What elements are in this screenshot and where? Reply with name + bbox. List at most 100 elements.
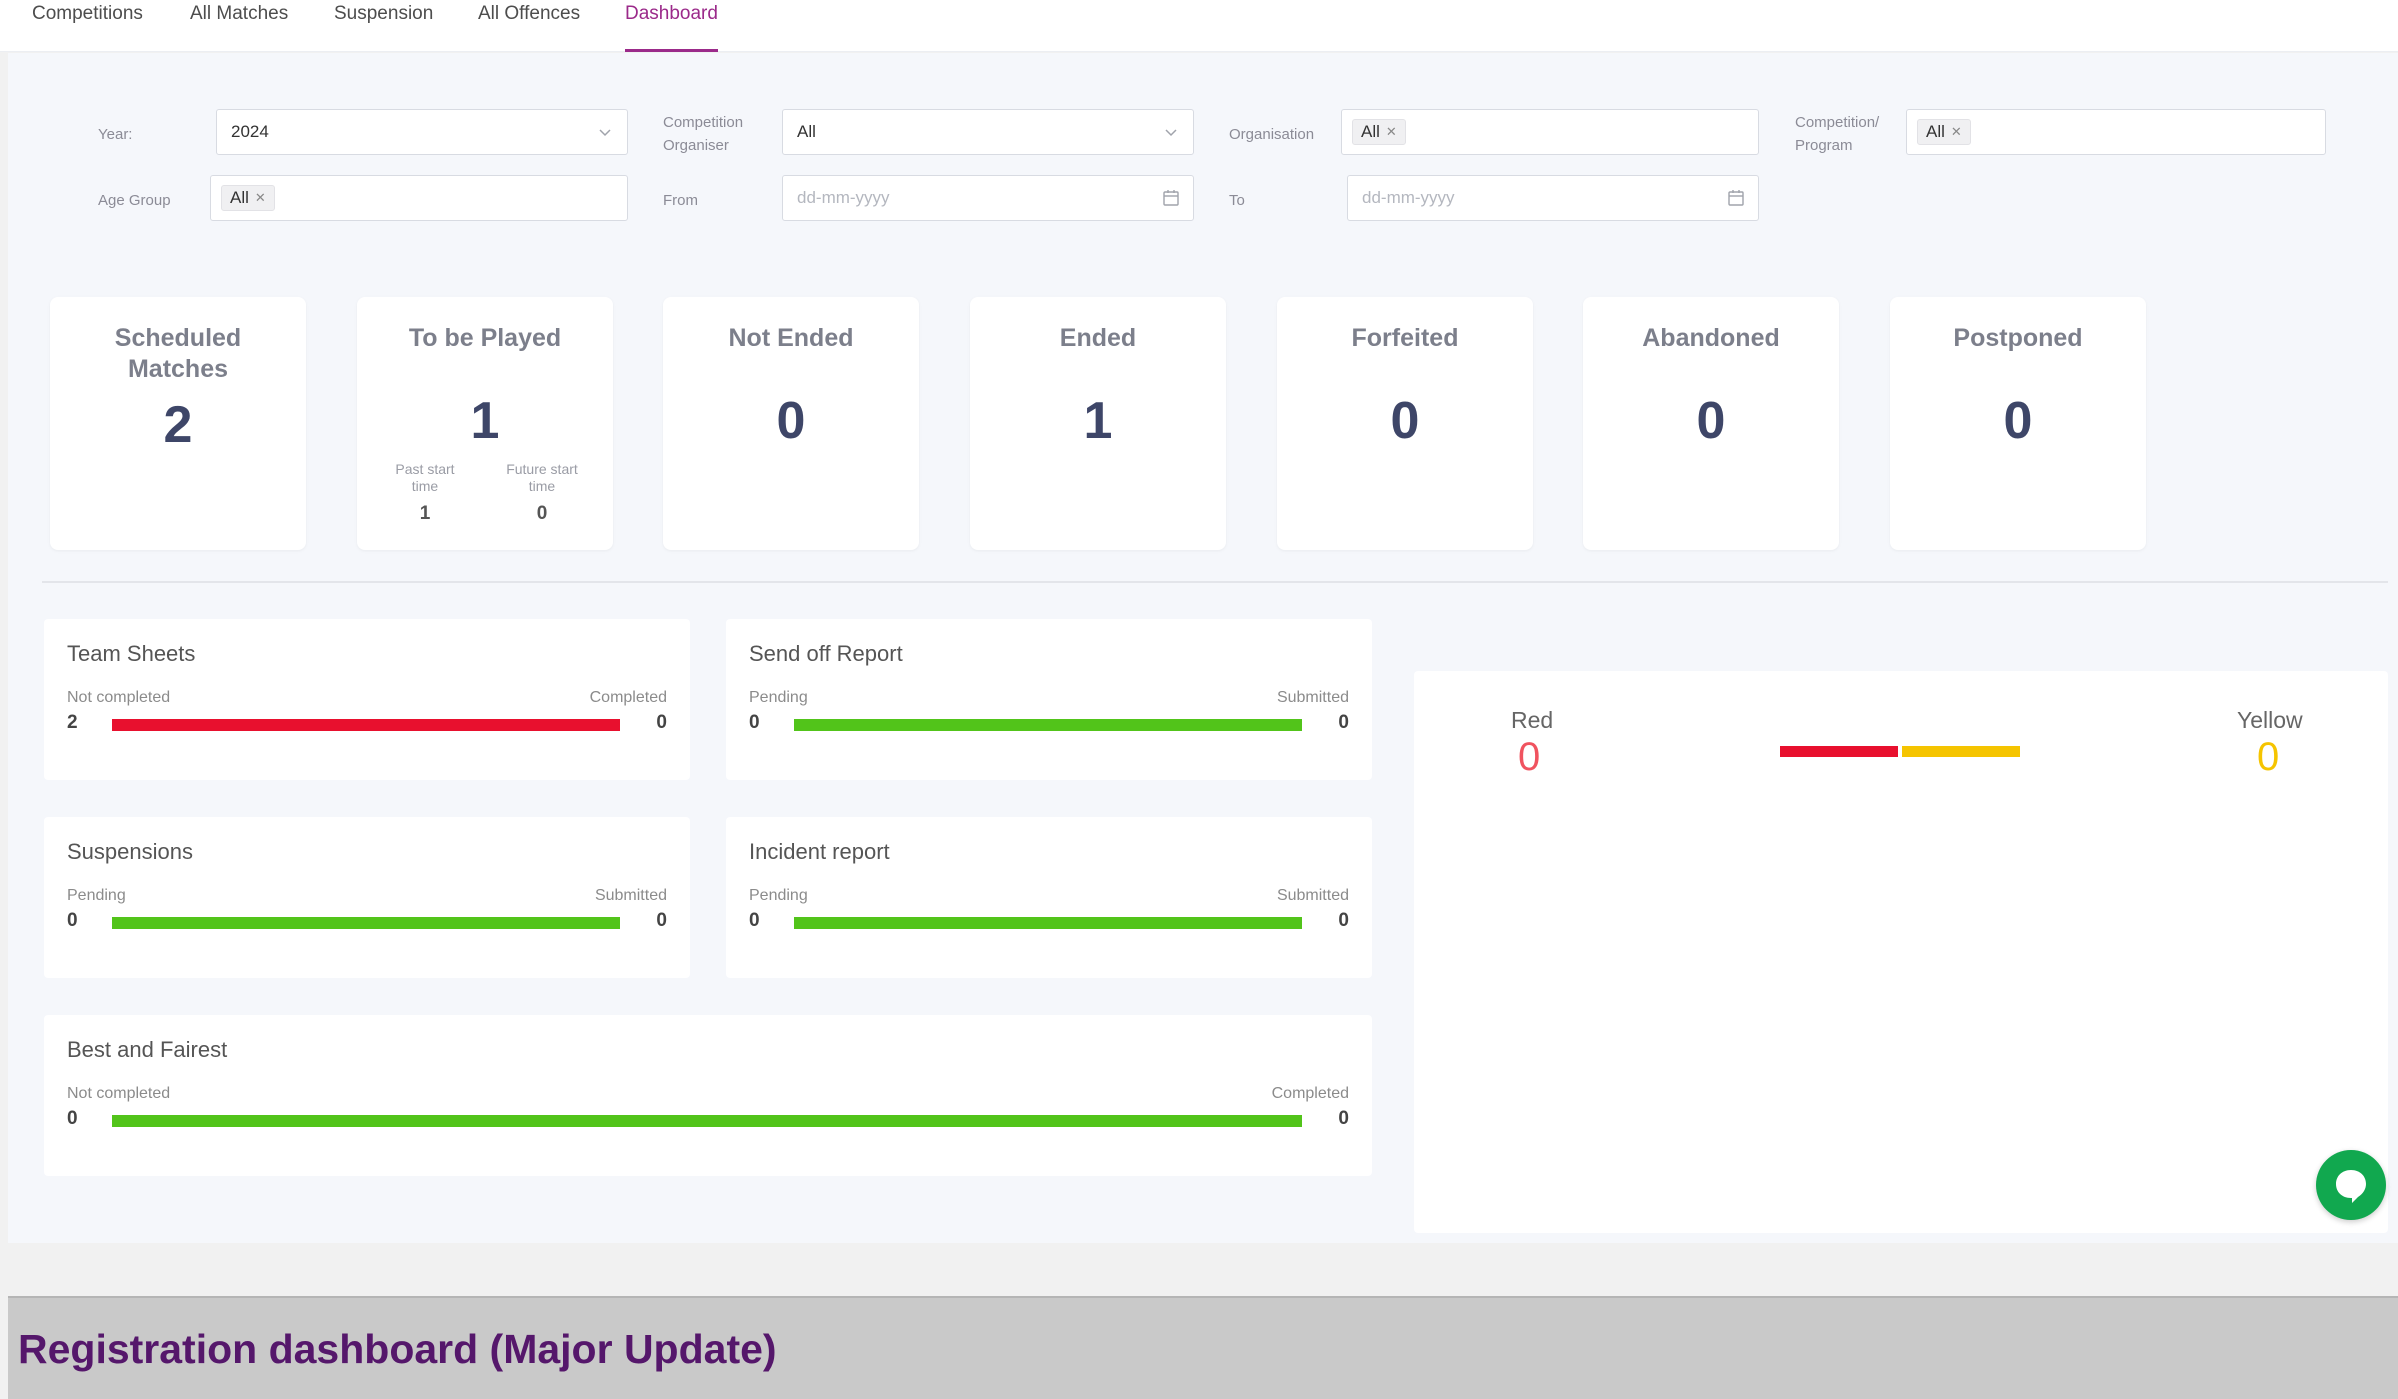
organisation-tag-label: All: [1361, 122, 1380, 141]
panel-left-label: Pending: [749, 887, 808, 904]
competition-program-label: Competition/ Program: [1795, 111, 1879, 157]
panel-left-value: 0: [749, 712, 760, 733]
competition-organiser-select[interactable]: All: [782, 109, 1194, 155]
dashboard-main: Year: 2024 Competition Organiser All Org…: [8, 53, 2398, 1243]
panel-right-value: 0: [1338, 1108, 1349, 1129]
from-date-input[interactable]: dd-mm-yyyy: [782, 175, 1194, 221]
year-select[interactable]: 2024: [216, 109, 628, 155]
tab-competitions[interactable]: Competitions: [32, 0, 143, 52]
stat-card-title: Scheduled Matches: [114, 324, 242, 383]
progress-bar: [112, 719, 620, 731]
panel-title: Incident report: [749, 839, 890, 864]
panel-right-label: Completed: [1271, 1085, 1349, 1102]
from-date-placeholder: dd-mm-yyyy: [797, 188, 890, 207]
to-label: To: [1229, 192, 1245, 209]
age-group-tag[interactable]: All ✕: [221, 185, 275, 211]
close-icon[interactable]: ✕: [1386, 124, 1397, 140]
progress-bar: [794, 917, 1302, 929]
competition-organiser-label-line1: Competition: [663, 114, 744, 131]
age-group-label: Age Group: [98, 192, 171, 209]
close-icon[interactable]: ✕: [255, 190, 266, 206]
stat-card-not-ended: Not Ended 0: [663, 297, 919, 550]
age-group-select[interactable]: All ✕: [210, 175, 628, 221]
progress-bar: [794, 719, 1302, 731]
from-label: From: [663, 192, 698, 209]
stat-card-postponed: Postponed 0: [1890, 297, 2146, 550]
stat-card-value: 1: [1083, 392, 1113, 450]
chat-bubble-icon: [2336, 1170, 2366, 1203]
panel-title: Suspensions: [67, 839, 193, 864]
panel-right-value: 0: [656, 910, 667, 931]
age-group-tag-label: All: [230, 188, 249, 207]
stat-card-ended: Ended 1: [970, 297, 1226, 550]
red-card-label: Red: [1511, 707, 1554, 733]
organisation-select[interactable]: All ✕: [1341, 109, 1759, 155]
stat-card-title: Forfeited: [1351, 324, 1459, 352]
panel-right-value: 0: [1338, 910, 1349, 931]
tab-all-offences[interactable]: All Offences: [478, 0, 580, 52]
competition-program-label-line2: Program: [1795, 137, 1853, 154]
tab-all-matches[interactable]: All Matches: [190, 0, 288, 52]
panel-left-label: Not completed: [67, 1085, 171, 1102]
future-start-time-label: Future start time: [506, 461, 578, 494]
panel-title: Best and Fairest: [67, 1037, 228, 1062]
stat-card-title: Ended: [1059, 324, 1137, 352]
yellow-card-label: Yellow: [2237, 707, 2303, 733]
top-nav: Competitions All Matches Suspension All …: [0, 0, 2398, 52]
panel-best-and-fairest: Best and Fairest Not completed Completed…: [44, 1015, 1372, 1176]
competition-program-tag-label: All: [1926, 122, 1945, 141]
close-icon[interactable]: ✕: [1951, 124, 1962, 140]
stat-card-title: Abandoned: [1642, 324, 1780, 352]
red-card-value: 0: [1518, 735, 1541, 779]
chevron-down-icon: [1165, 129, 1177, 137]
footer-title: Registration dashboard (Major Update): [18, 1326, 777, 1372]
past-start-time-value: 1: [419, 503, 431, 524]
organisation-tag[interactable]: All ✕: [1352, 119, 1406, 145]
panel-left-value: 0: [67, 1108, 78, 1129]
panel-incident-report: Incident report Pending Submitted 0 0: [726, 817, 1372, 978]
panel-team-sheets: Team Sheets Not completed Completed 2 0: [44, 619, 690, 780]
stat-card-value: 0: [2003, 392, 2033, 450]
to-date-input[interactable]: dd-mm-yyyy: [1347, 175, 1759, 221]
chat-button[interactable]: [2316, 1150, 2386, 1220]
panel-left-label: Not completed: [67, 689, 171, 706]
panel-left-value: 2: [67, 712, 78, 733]
stat-card-value: 0: [1390, 392, 1420, 450]
year-label: Year:: [98, 126, 133, 143]
panel-suspensions: Suspensions Pending Submitted 0 0: [44, 817, 690, 978]
calendar-icon[interactable]: [1161, 188, 1181, 208]
organisation-label: Organisation: [1229, 126, 1315, 143]
stat-card-title: Not Ended: [728, 324, 854, 352]
panel-right-value: 0: [656, 712, 667, 733]
competition-organiser-label-line2: Organiser: [663, 137, 729, 154]
panel-right-label: Submitted: [1276, 689, 1349, 706]
competition-program-select[interactable]: All ✕: [1906, 109, 2326, 155]
panel-left-label: Pending: [67, 887, 126, 904]
yellow-card-value: 0: [2257, 735, 2280, 779]
to-date-placeholder: dd-mm-yyyy: [1362, 188, 1455, 207]
tab-dashboard[interactable]: Dashboard: [625, 0, 718, 52]
stat-card-abandoned: Abandoned 0: [1583, 297, 1839, 550]
competition-program-tag[interactable]: All ✕: [1917, 119, 1971, 145]
panel-title: Team Sheets: [67, 641, 196, 666]
competition-program-label-line1: Competition/: [1795, 114, 1880, 131]
competition-organiser-label: Competition Organiser: [663, 111, 743, 157]
tab-suspension[interactable]: Suspension: [334, 0, 433, 52]
red-card-bar: [1780, 746, 1898, 757]
panel-send-off-report: Send off Report Pending Submitted 0 0: [726, 619, 1372, 780]
yellow-card-bar: [1902, 746, 2020, 757]
panel-right-label: Completed: [589, 689, 667, 706]
footer-banner: Registration dashboard (Major Update): [8, 1296, 2398, 1399]
section-divider: [42, 581, 2388, 583]
stat-card-value: 2: [163, 396, 193, 454]
calendar-icon[interactable]: [1726, 188, 1746, 208]
stat-card-value: 1: [470, 392, 500, 450]
panel-right-label: Submitted: [1276, 887, 1349, 904]
panel-cards-summary: Red 0 Yellow 0: [1414, 671, 2388, 1233]
stat-card-value: 0: [776, 392, 806, 450]
competition-organiser-value: All: [797, 122, 816, 141]
progress-bar: [112, 917, 620, 929]
stat-card-title: To be Played: [408, 324, 562, 352]
year-value: 2024: [231, 122, 269, 141]
past-start-time-label: Past start time: [395, 461, 455, 494]
